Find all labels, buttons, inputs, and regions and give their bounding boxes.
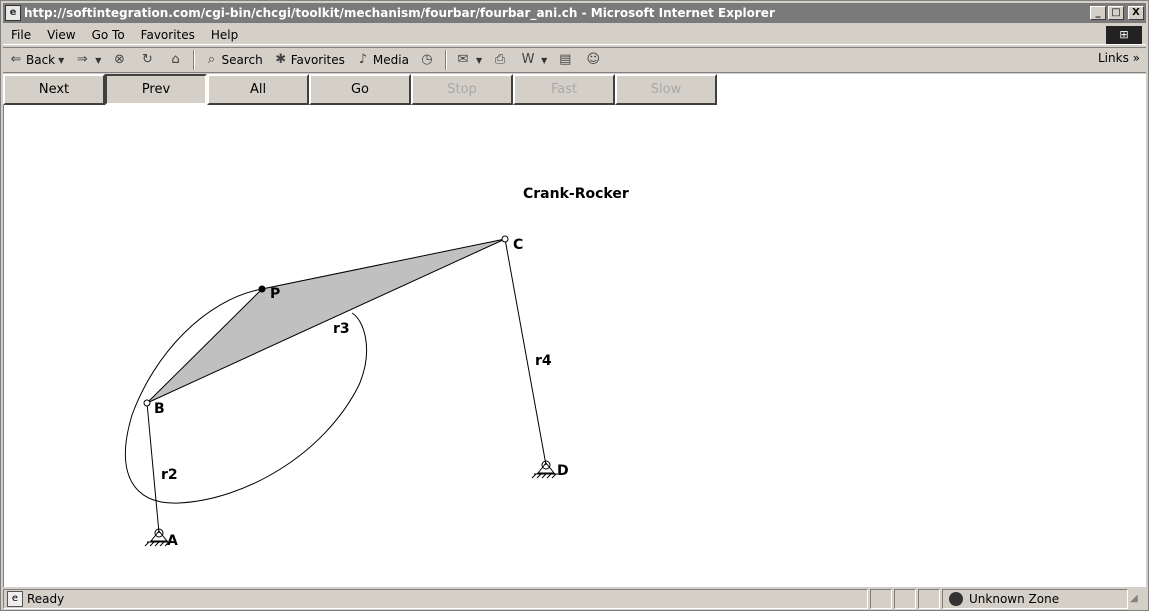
page-icon: e: [7, 591, 23, 607]
label-c: C: [513, 237, 523, 253]
status-pane: [870, 589, 892, 609]
slow-button[interactable]: Slow: [615, 74, 717, 105]
menu-goto[interactable]: Go To: [84, 28, 133, 42]
label-b: B: [154, 401, 165, 417]
chevron-down-icon[interactable]: ▼: [541, 56, 547, 65]
stop-button[interactable]: ⊗: [106, 49, 134, 71]
messenger-button[interactable]: ☺: [580, 49, 608, 71]
label-d: D: [557, 463, 569, 479]
window-controls: _ □ X: [1090, 6, 1144, 20]
link-r2: [146, 402, 160, 534]
next-button[interactable]: Next: [3, 74, 105, 105]
link-r4: [504, 238, 547, 466]
zone-pane: Unknown Zone: [942, 589, 1128, 609]
minimize-button[interactable]: _: [1090, 6, 1106, 20]
menu-file[interactable]: File: [3, 28, 39, 42]
refresh-icon: ↻: [142, 52, 153, 67]
menu-help[interactable]: Help: [203, 28, 246, 42]
forward-button[interactable]: ⇒ ▼: [69, 49, 106, 71]
menu-favorites[interactable]: Favorites: [133, 28, 203, 42]
globe-icon: [949, 592, 963, 606]
chevron-down-icon[interactable]: ▼: [95, 56, 101, 65]
back-button[interactable]: ⇐ Back ▼: [3, 49, 69, 71]
label-a: A: [167, 533, 178, 549]
zone-text: Unknown Zone: [969, 592, 1060, 606]
chevron-down-icon[interactable]: ▼: [58, 56, 64, 65]
media-label: Media: [372, 53, 409, 67]
mail-button[interactable]: ✉ ▼: [450, 49, 487, 71]
point-p: [258, 285, 266, 293]
word-icon: W: [521, 52, 535, 67]
discuss-button[interactable]: ▤: [552, 49, 580, 71]
status-pane: [894, 589, 916, 609]
chevron-down-icon[interactable]: ▼: [476, 56, 482, 65]
print-icon: ⎙: [494, 52, 506, 67]
title-bar: e http://softintegration.com/cgi-bin/chc…: [3, 3, 1146, 23]
favorites-button[interactable]: ✱ Favorites: [268, 49, 350, 71]
refresh-button[interactable]: ↻: [134, 49, 162, 71]
label-r3: r3: [333, 321, 350, 337]
toolbar-separator: [444, 50, 447, 70]
back-label: Back: [26, 53, 56, 67]
resize-grip-icon[interactable]: ◢: [1130, 589, 1146, 609]
page-content: Crank-Rocker A B C D P r2 r3 r4: [3, 105, 1146, 587]
home-icon: ⌂: [171, 52, 180, 67]
fourbar-diagram: Crank-Rocker A B C D P r2 r3 r4: [124, 186, 629, 549]
go-button[interactable]: Go: [309, 74, 411, 105]
all-button[interactable]: All: [207, 74, 309, 105]
print-button[interactable]: ⎙: [487, 49, 515, 71]
links-label: Links: [1098, 51, 1129, 65]
coupler-triangle: [146, 238, 506, 404]
status-pane: [918, 589, 940, 609]
messenger-icon: ☺: [586, 52, 601, 67]
back-arrow-icon: ⇐: [10, 52, 22, 67]
status-bar: e Ready Unknown Zone ◢: [3, 588, 1146, 610]
label-r4: r4: [535, 353, 552, 369]
favorites-icon: ✱: [275, 52, 287, 67]
search-button[interactable]: ⌕ Search: [198, 49, 267, 71]
search-icon: ⌕: [207, 52, 216, 67]
links-button[interactable]: Links »: [1098, 51, 1140, 65]
discuss-icon: ▤: [559, 52, 572, 67]
window-title: http://softintegration.com/cgi-bin/chcgi…: [24, 6, 775, 20]
ie-icon: e: [5, 5, 21, 21]
menu-bar: File View Go To Favorites Help ⊞: [3, 25, 1146, 45]
chevron-right-icon: »: [1132, 51, 1140, 65]
applet-button-row: Next Prev All Go Stop Fast Slow: [3, 74, 717, 105]
favorites-label: Favorites: [290, 53, 345, 67]
stop-animation-button[interactable]: Stop: [411, 74, 513, 105]
status-main-pane: e Ready: [3, 589, 868, 609]
toolbar-separator: [193, 50, 196, 70]
diagram-title: Crank-Rocker: [523, 186, 629, 202]
label-p: P: [270, 286, 280, 302]
media-button[interactable]: ♪ Media: [350, 49, 414, 71]
windows-logo-icon: ⊞: [1106, 26, 1142, 44]
ground-pivot-d: [531, 460, 558, 479]
maximize-button[interactable]: □: [1108, 6, 1124, 20]
mail-icon: ✉: [457, 52, 469, 67]
joint-b: [143, 399, 151, 407]
prev-button[interactable]: Prev: [105, 74, 207, 105]
toolbar: ⇐ Back ▼ ⇒ ▼ ⊗ ↻ ⌂ ⌕ Search ✱ Favorites …: [3, 47, 1146, 73]
close-button[interactable]: X: [1128, 6, 1144, 20]
history-button[interactable]: ◷: [414, 49, 442, 71]
stop-icon: ⊗: [114, 52, 125, 67]
fast-button[interactable]: Fast: [513, 74, 615, 105]
edit-button[interactable]: W ▼: [515, 49, 552, 71]
forward-arrow-icon: ⇒: [76, 52, 88, 67]
browser-window: e http://softintegration.com/cgi-bin/chc…: [0, 0, 1149, 611]
history-icon: ◷: [421, 52, 433, 67]
status-text: Ready: [27, 592, 65, 606]
label-r2: r2: [161, 467, 178, 483]
menu-view[interactable]: View: [39, 28, 83, 42]
media-icon: ♪: [358, 52, 368, 67]
home-button[interactable]: ⌂: [162, 49, 190, 71]
search-label: Search: [221, 53, 263, 67]
joint-c: [501, 235, 509, 243]
